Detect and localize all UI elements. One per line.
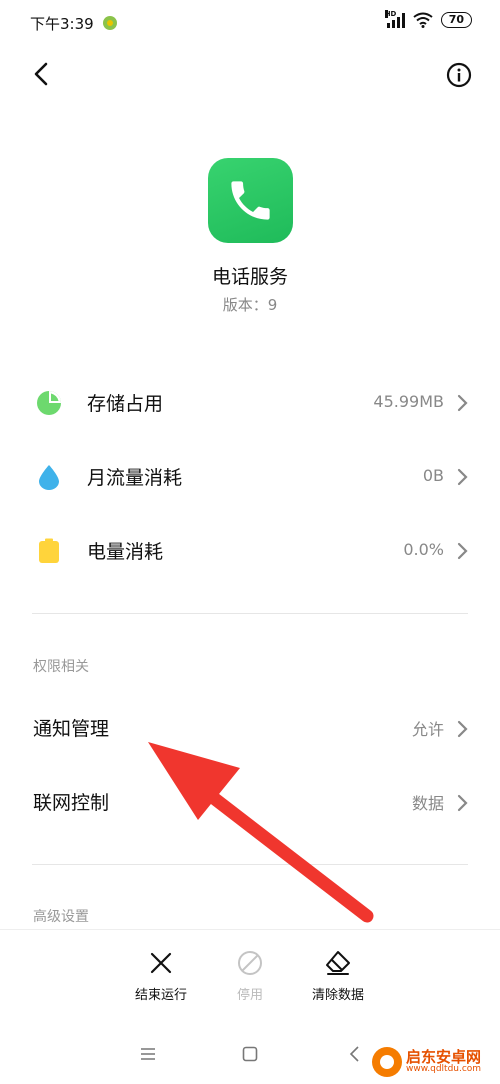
- battery-usage-value: 0.0%: [403, 540, 444, 559]
- notification-management-label: 通知管理: [33, 718, 110, 740]
- data-usage-value: 0B: [422, 466, 444, 485]
- status-indicators: HD 70: [384, 10, 472, 28]
- permissions-section-title: 权限相关: [33, 659, 89, 675]
- network-control-label: 联网控制: [33, 792, 110, 814]
- battery-indicator: 70: [440, 12, 472, 28]
- watermark: 启东安卓网 www.qdltdu.com: [372, 1044, 496, 1080]
- water-drop-icon: [39, 465, 59, 490]
- storage-label: 存储占用: [87, 393, 164, 415]
- clear-data-button[interactable]: 清除数据: [293, 950, 383, 1003]
- network-control-value: 数据: [411, 794, 444, 813]
- advanced-section-title: 高级设置: [33, 909, 89, 925]
- app-icon: [208, 158, 293, 243]
- bottom-action-bar: 结束运行 停用 清除数据: [0, 929, 500, 1024]
- divider: [32, 613, 468, 614]
- disable-button[interactable]: 停用: [205, 950, 295, 1003]
- hd-label: HD: [384, 10, 397, 18]
- divider: [32, 864, 468, 865]
- pie-chart-icon: [37, 391, 61, 415]
- notification-app-icon: [103, 16, 117, 30]
- notification-management-row[interactable]: 通知管理 允许: [0, 698, 500, 754]
- menu-icon[interactable]: [138, 1044, 158, 1064]
- storage-usage-row[interactable]: 存储占用 45.99MB: [0, 372, 500, 432]
- chevron-right-icon: [457, 468, 468, 486]
- notification-management-value: 允许: [411, 720, 444, 739]
- chevron-right-icon: [457, 794, 468, 812]
- chevron-right-icon: [457, 542, 468, 560]
- force-stop-label: 结束运行: [134, 988, 187, 1003]
- home-icon[interactable]: [240, 1044, 260, 1064]
- signal-icon: HD: [384, 10, 405, 28]
- info-icon[interactable]: [446, 62, 472, 88]
- battery-icon: [39, 538, 59, 563]
- chevron-right-icon: [457, 394, 468, 412]
- back-arrow-icon[interactable]: [30, 60, 54, 88]
- back-icon[interactable]: [345, 1044, 365, 1064]
- close-icon: [150, 952, 172, 974]
- app-name: 电话服务: [211, 266, 288, 288]
- battery-usage-row[interactable]: 电量消耗 0.0%: [0, 520, 500, 580]
- data-usage-label: 月流量消耗: [87, 467, 183, 489]
- network-control-row[interactable]: 联网控制 数据: [0, 772, 500, 828]
- watermark-title: 启东安卓网: [406, 1048, 482, 1066]
- watermark-url: www.qdltdu.com: [406, 1064, 482, 1074]
- status-time: 下午3:39: [30, 15, 94, 33]
- watermark-logo-icon: [372, 1047, 402, 1077]
- clear-data-label: 清除数据: [311, 988, 364, 1003]
- disable-label: 停用: [236, 988, 263, 1003]
- wifi-icon: [413, 12, 433, 28]
- app-version: 版本：9: [222, 296, 278, 314]
- status-bar: 下午3:39 HD 70: [0, 0, 500, 44]
- eraser-icon: [326, 951, 350, 975]
- disable-icon: [238, 951, 262, 975]
- data-usage-row[interactable]: 月流量消耗 0B: [0, 446, 500, 506]
- battery-usage-label: 电量消耗: [87, 541, 164, 563]
- phone-icon: [231, 181, 270, 220]
- force-stop-button[interactable]: 结束运行: [116, 950, 206, 1003]
- storage-value: 45.99MB: [373, 392, 444, 411]
- chevron-right-icon: [457, 720, 468, 738]
